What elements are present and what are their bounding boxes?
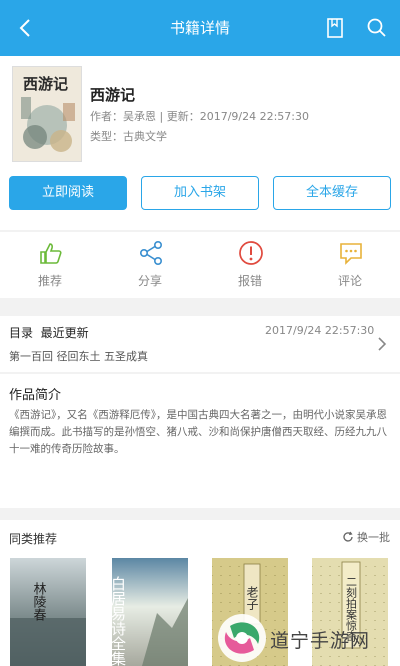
similar-book-1[interactable]: 林陵春 [10,558,86,666]
similar-book-3-title: 老子 [245,586,259,610]
similar-book-1-title: 林陵春 [31,582,47,621]
thumbs-up-icon [40,243,62,264]
watermark-logo-icon [218,614,266,662]
report-error-action[interactable]: 报错 [200,232,300,298]
update-time: 2017/9/24 22:57:30 [199,110,310,123]
recommend-action[interactable]: 推荐 [0,232,100,298]
catalog-row[interactable]: 目录 最近更新 2017/9/24 22:57:30 第一百回 径回东土 五圣成… [0,316,400,372]
comment-action[interactable]: 评论 [300,232,400,298]
share-action[interactable]: 分享 [100,232,200,298]
add-to-shelf-button[interactable]: 加入书架 [141,176,259,210]
error-icon [239,241,263,265]
similar-book-2-title: 白居易诗全集 [112,576,127,666]
similar-book-2[interactable]: 白居易诗全集 [112,558,188,666]
watermark: 道宁手游网 [214,609,400,666]
latest-chapter: 第一百回 径回东土 五圣成真 [9,350,148,363]
catalog-label: 目录 最近更新 [9,326,89,340]
refresh-button[interactable]: 换一批 [343,529,390,545]
refresh-icon [343,531,353,542]
search-icon[interactable] [366,17,388,39]
similar-book-1-cover: 林陵春 [10,582,86,666]
top-bar: 书籍详情 [0,0,400,56]
cover-art: 西游记 [13,67,81,161]
similar-heading: 同类推荐 [9,532,58,546]
book-info-panel: 西游记 西游记 作者：吴承恩 | 更新：2017/9/24 22:57:30 类… [0,56,400,230]
intro-panel: 作品简介 《西游记》，又名《西游释厄传》，是中国古典四大名著之一，由明代小说家吴… [0,374,400,508]
intro-text: 《西游记》，又名《西游释厄传》，是中国古典四大名著之一，由明代小说家吴承恩编撰而… [9,409,387,455]
comment-icon [340,243,362,265]
book-meta-type: 类型：古典文学 [90,130,167,143]
share-icon [139,240,162,265]
read-now-button[interactable]: 立即阅读 [9,176,127,210]
intro-heading: 作品简介 [9,388,62,403]
comment-label: 评论 [337,274,362,288]
similar-book-2-cover: 白居易诗全集 [112,558,188,666]
catalog-update-time: 2017/9/24 22:57:30 [265,324,375,337]
bookmark-icon[interactable] [325,16,345,40]
book-type: 古典文学 [123,130,167,143]
watermark-text: 道宁手游网 [270,630,371,652]
latest-update-label: 最近更新 [40,326,89,340]
book-title: 西游记 [90,86,136,104]
author-name: 吴承恩 [123,110,156,123]
recommend-label: 推荐 [37,274,62,288]
action-bar: 推荐 分享 报错 评论 [0,232,400,298]
share-label: 分享 [137,274,162,288]
book-meta-author: 作者：吴承恩 | 更新：2017/9/24 22:57:30 [90,110,310,123]
cache-all-button[interactable]: 全本缓存 [273,176,391,210]
chevron-right-icon [378,337,387,351]
book-cover[interactable]: 西游记 [12,66,82,162]
report-error-label: 报错 [237,274,262,288]
cover-title: 西游记 [23,75,68,93]
